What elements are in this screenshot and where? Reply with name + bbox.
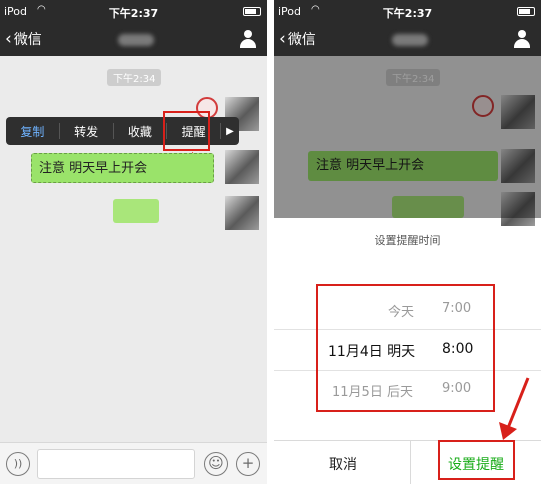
person-icon[interactable] (513, 30, 531, 48)
menu-item-favorite[interactable]: 收藏 (114, 123, 167, 140)
back-button[interactable]: ‹ 微信 (5, 29, 42, 49)
chat-screen-left: iPod ◠ 下午2:37 ‹微信 下午2:34 复制 转发 收藏 提醒 ▶ ◣… (0, 0, 267, 484)
emoji-icon[interactable]: ☺ (204, 452, 228, 476)
voice-icon[interactable]: )) (6, 452, 30, 476)
plus-icon[interactable]: + (236, 452, 260, 476)
nav-bar: ‹ 微信 (0, 24, 267, 56)
sheet-title: 设置提醒时间 (374, 234, 441, 247)
highlight-box-picker (316, 284, 495, 412)
status-time: 下午2:37 (108, 7, 159, 20)
input-bar: )) ☺ + (0, 442, 267, 484)
back-label: 微信 (13, 32, 42, 48)
message-bubble-blurred[interactable] (113, 199, 159, 223)
message-input[interactable] (37, 449, 195, 479)
highlight-box-remind (163, 111, 210, 151)
battery-icon (517, 7, 535, 16)
reminder-screen-right: iPod ◠ 下午2:37 ‹ 微信 下午2:34 注意 明天早上开会 设置提醒时… (274, 0, 541, 484)
chevron-left-icon: ‹ (5, 29, 12, 49)
chevron-left-icon: ‹ (279, 29, 286, 49)
nav-bar: ‹ 微信 (274, 24, 541, 56)
battery-icon (243, 7, 261, 16)
message-bubble-selected[interactable]: 注意 明天早上开会 (31, 153, 214, 183)
person-icon[interactable] (239, 30, 257, 48)
highlight-box-confirm (438, 440, 515, 480)
contact-name-blurred (392, 34, 428, 46)
avatar[interactable] (225, 196, 259, 230)
dim-overlay[interactable] (274, 56, 541, 218)
arrow-icon (499, 377, 530, 440)
message-text: 注意 明天早上开会 (39, 161, 148, 176)
status-bar: iPod ◠ 下午2:37 (274, 0, 541, 24)
menu-item-forward[interactable]: 转发 (60, 123, 113, 140)
contact-name-blurred (118, 34, 154, 46)
status-bar: iPod ◠ 下午2:37 (0, 0, 267, 24)
menu-item-copy[interactable]: 复制 (6, 123, 59, 140)
avatar[interactable] (225, 150, 259, 184)
cancel-button[interactable]: 取消 (329, 454, 357, 474)
triangle-right-icon[interactable]: ▶ (221, 126, 239, 137)
chat-timestamp: 下午2:34 (107, 69, 162, 86)
status-time: 下午2:37 (382, 7, 433, 20)
back-label: 微信 (287, 32, 316, 48)
back-button[interactable]: ‹ 微信 (279, 29, 316, 49)
